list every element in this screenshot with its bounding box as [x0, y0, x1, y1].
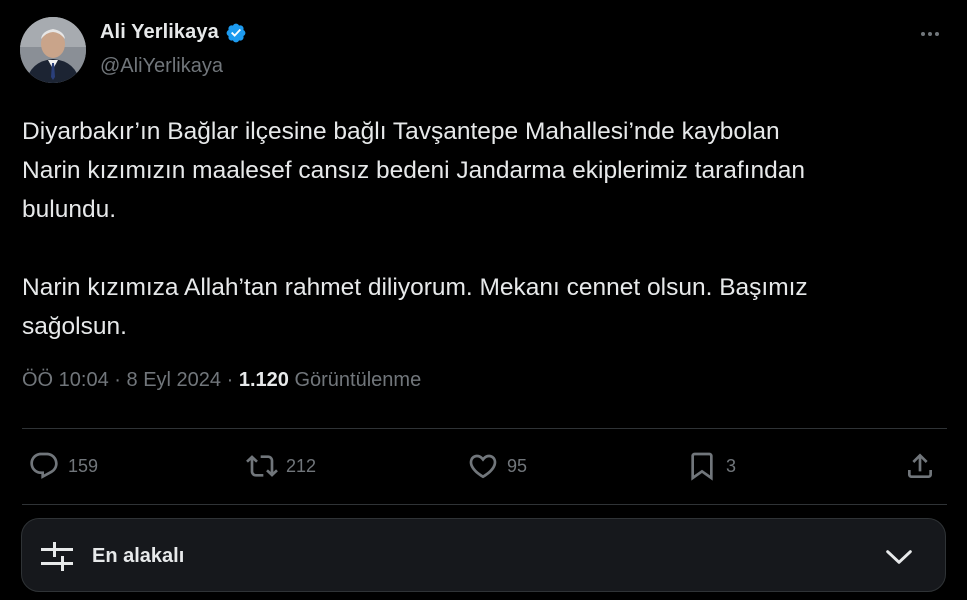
verified-badge-icon[interactable] — [225, 22, 247, 44]
share-icon — [908, 453, 932, 478]
share-button[interactable] — [904, 446, 936, 486]
more-icon-dot — [928, 32, 932, 36]
bookmark-icon — [691, 452, 713, 481]
retweet-icon — [246, 455, 278, 477]
sort-label: En alakalı — [92, 545, 185, 567]
divider — [22, 504, 947, 505]
author-avatar[interactable] — [20, 17, 86, 83]
more-button[interactable] — [915, 22, 945, 46]
bookmark-count: 3 — [726, 455, 737, 476]
action-bar: 159 212 95 3 — [0, 446, 967, 486]
reply-icon — [30, 452, 58, 479]
like-icon — [469, 454, 497, 479]
author-handle[interactable]: @AliYerlikaya — [100, 55, 223, 78]
sort-sliders-icon — [41, 542, 73, 571]
more-icon-dot — [935, 32, 939, 36]
divider — [22, 428, 947, 429]
like-count: 95 — [507, 455, 528, 476]
author-name[interactable]: Ali Yerlikaya — [100, 21, 247, 44]
author-name-text[interactable]: Ali Yerlikaya — [100, 21, 219, 44]
tweet-date[interactable]: 8 Eyl 2024 — [127, 369, 222, 392]
meta-separator: · — [114, 369, 121, 391]
more-icon-dot — [921, 32, 925, 36]
bookmark-button[interactable]: 3 — [686, 446, 736, 486]
retweet-count: 212 — [286, 455, 317, 476]
views-label: Görüntülenme — [294, 369, 422, 391]
tweet-meta: ÖÖ 10:04 · 8 Eyl 2024 · 1.120 Görüntülen… — [22, 369, 421, 392]
views-count: 1.120 — [238, 369, 289, 391]
tweet-time[interactable]: ÖÖ 10:04 — [22, 369, 109, 392]
meta-separator: · — [226, 369, 234, 391]
reply-button[interactable]: 159 — [28, 446, 98, 486]
like-button[interactable]: 95 — [467, 446, 527, 486]
retweet-button[interactable]: 212 — [246, 446, 316, 486]
reply-count: 159 — [68, 455, 99, 476]
tweet-text: Diyarbakır’ın Bağlar ilçesine bağlı Tavş… — [22, 118, 808, 340]
chevron-down-icon — [886, 550, 912, 564]
sort-replies-dropdown[interactable]: En alakalı — [21, 518, 946, 592]
